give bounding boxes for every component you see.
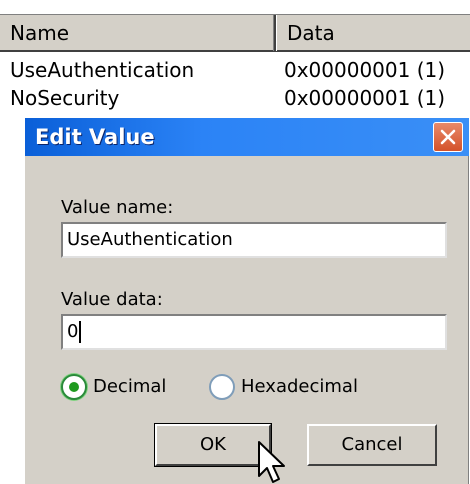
list-item[interactable]: UseAuthentication 0x00000001 (1) (0, 56, 470, 84)
value-name-field[interactable]: UseAuthentication (61, 222, 447, 258)
list-item[interactable]: NoSecurity 0x00000001 (1) (0, 84, 470, 112)
list-item-data: 0x00000001 (1) (284, 58, 446, 82)
mouse-pointer-icon (258, 441, 285, 483)
list-item-name: UseAuthentication (10, 58, 195, 82)
ok-button[interactable]: OK (154, 423, 272, 467)
dialog-title: Edit Value (35, 125, 155, 149)
list-item-data: 0x00000001 (1) (284, 86, 446, 110)
value-name-text: UseAuthentication (67, 229, 233, 250)
close-button[interactable] (433, 122, 463, 152)
value-data-text: 0 (67, 321, 79, 342)
list-item-name: NoSecurity (10, 86, 120, 110)
radio-unselected-icon (209, 374, 235, 400)
registry-editor-screen: Name Data UseAuthentication 0x00000001 (… (0, 0, 470, 484)
text-caret (79, 321, 82, 343)
radio-decimal-label: Decimal (93, 376, 167, 397)
value-data-label: Value data: (61, 289, 163, 310)
value-data-field[interactable]: 0 (61, 314, 447, 350)
radio-hexadecimal-label: Hexadecimal (241, 376, 358, 397)
column-header-data[interactable]: Data (276, 15, 470, 51)
value-name-label: Value name: (61, 197, 174, 218)
radio-selected-icon (61, 374, 87, 400)
cancel-button[interactable]: Cancel (307, 424, 437, 466)
edit-value-dialog: Edit Value Value name: UseAuthentication… (23, 116, 469, 484)
dialog-titlebar[interactable]: Edit Value (25, 118, 469, 156)
column-header-name[interactable]: Name (0, 15, 276, 51)
close-icon (440, 129, 456, 145)
list-header: Name Data (0, 14, 470, 52)
